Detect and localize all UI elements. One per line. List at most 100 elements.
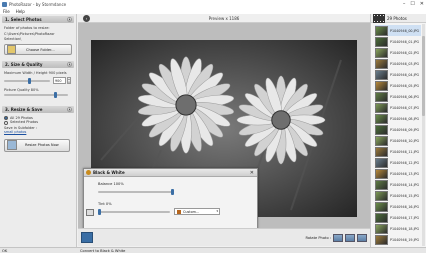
- filmstrip-panel: 29 Photos P1040946_00.JPG P1040946_01.JPG…: [370, 14, 426, 247]
- menu-help[interactable]: Help: [16, 9, 25, 14]
- thumbnail-filename: P1040946_16.JPG: [390, 204, 420, 209]
- thumbnail-item[interactable]: P1040946_04.JPG: [375, 69, 421, 80]
- thumbnail-filename: P1040946_04.JPG: [390, 72, 420, 77]
- thumbnail-item[interactable]: P1040946_07.JPG: [375, 102, 421, 113]
- tint-preset-value: Custom...: [183, 209, 200, 214]
- radio-selected-label: Selected Photos: [10, 120, 39, 125]
- thumbnail-item[interactable]: P1040946_08.JPG: [375, 113, 421, 124]
- radio-selected-row[interactable]: Selected Photos: [0, 120, 76, 125]
- bw-dialog-header: Black & White: [84, 169, 257, 177]
- thumbnail-item[interactable]: P1040946_13.JPG: [375, 168, 421, 179]
- step1-header[interactable]: 1. Select Photos ▲: [2, 16, 74, 23]
- close-icon[interactable]: ✕: [250, 170, 254, 176]
- thumbnail-item[interactable]: P1040946_00.JPG: [375, 25, 421, 36]
- thumbnail-filename: P1040946_18.JPG: [390, 226, 420, 231]
- tint-slider[interactable]: [98, 209, 170, 215]
- resize-now-button[interactable]: Resize Photos Now: [4, 138, 70, 152]
- balance-slider[interactable]: [98, 189, 174, 195]
- thumbnail-item[interactable]: P1040946_17.JPG: [375, 212, 421, 223]
- thumbnail-filename: P1040946_05.JPG: [390, 83, 420, 88]
- thumbnail-item[interactable]: P1040946_05.JPG: [375, 80, 421, 91]
- resize-now-label: Resize Photos Now: [25, 143, 59, 148]
- thumbnail-item[interactable]: P1040946_19.JPG: [375, 234, 421, 245]
- thumbnail-item[interactable]: P1040946_18.JPG: [375, 223, 421, 234]
- status-message: Convert to Black & White: [80, 248, 126, 253]
- dialog-side-strip: [86, 179, 96, 227]
- preview-toolbar: ‹ Preview x 1186: [78, 14, 370, 23]
- thumbnail-filename: P1040946_08.JPG: [390, 116, 420, 121]
- scrollbar-thumb[interactable]: [422, 36, 425, 116]
- maximize-button[interactable]: ☐: [410, 1, 414, 7]
- thumbnail-filename: P1040946_02.JPG: [390, 50, 420, 55]
- thumbnail-item[interactable]: P1040946_16.JPG: [375, 201, 421, 212]
- minimize-button[interactable]: –: [403, 1, 406, 7]
- thumbnail-image: [375, 102, 388, 113]
- thumbnail-item[interactable]: P1040946_06.JPG: [375, 91, 421, 102]
- thumbnail-image: [375, 58, 388, 69]
- crop-icon[interactable]: [86, 209, 94, 216]
- step3-header[interactable]: 3. Resize & Save ▲: [2, 106, 74, 114]
- radio-selected[interactable]: [4, 120, 8, 125]
- effect-icon: [86, 170, 91, 175]
- rotate-flip-button[interactable]: [345, 234, 355, 242]
- collapse-icon[interactable]: ▲: [67, 107, 72, 113]
- thumbnail-item[interactable]: P1040946_10.JPG: [375, 135, 421, 146]
- thumbnail-item[interactable]: P1040946_02.JPG: [375, 47, 421, 58]
- thumbnail-filename: P1040946_03.JPG: [390, 61, 420, 66]
- quality-slider[interactable]: [4, 92, 68, 99]
- collapse-icon[interactable]: ▲: [67, 17, 72, 22]
- filmstrip-scrollbar[interactable]: [422, 24, 425, 246]
- thumbnail-item[interactable]: P1040946_15.JPG: [375, 190, 421, 201]
- thumbnail-item[interactable]: P1040946_01.JPG: [375, 36, 421, 47]
- effect-button[interactable]: [81, 232, 93, 243]
- thumbnail-image: [375, 69, 388, 80]
- balance-slider-thumb[interactable]: [171, 189, 174, 195]
- chevron-down-icon: ▾: [216, 209, 218, 213]
- choose-folder-button[interactable]: Choose Folder...: [4, 44, 72, 56]
- flower-center: [271, 110, 291, 130]
- size-slider[interactable]: [4, 77, 50, 84]
- size-spinner[interactable]: ▴ ▾: [67, 76, 71, 84]
- thumbnail-filename: P1040946_12.JPG: [390, 160, 420, 165]
- thumbnail-image: [375, 91, 388, 102]
- steps-panel: 1. Select Photos ▲ Folder of photos to r…: [0, 14, 77, 247]
- resize-icon: [7, 140, 17, 151]
- window-title: PhotoRazor - by Stormdance: [9, 1, 67, 7]
- thumbnail-item[interactable]: P1040946_14.JPG: [375, 179, 421, 190]
- thumbnail-filename: P1040946_13.JPG: [390, 171, 420, 176]
- thumbnail-item[interactable]: P1040946_12.JPG: [375, 157, 421, 168]
- close-window-button[interactable]: ✕: [420, 1, 424, 7]
- thumbnail-image: [375, 113, 388, 124]
- thumbnail-image: [375, 135, 388, 146]
- thumbnail-image: [375, 146, 388, 157]
- tint-preset-select[interactable]: Custom... ▾: [174, 208, 220, 215]
- bw-dialog-title: Black & White: [93, 170, 125, 175]
- preview-title: Preview x 1186: [208, 16, 240, 21]
- thumbnail-filename: P1040946_01.JPG: [390, 39, 420, 44]
- tint-slider-thumb[interactable]: [98, 209, 101, 215]
- thumbnail-image: [375, 47, 388, 58]
- thumbnail-image: [375, 201, 388, 212]
- tint-swatch: [177, 209, 181, 214]
- rotate-left-button[interactable]: [333, 234, 343, 242]
- choose-folder-label: Choose Folder...: [26, 47, 55, 52]
- thumbnail-item[interactable]: P1040946_11.JPG: [375, 146, 421, 157]
- folder-path-line2: Selection\: [4, 36, 22, 41]
- size-slider-thumb[interactable]: [27, 77, 31, 84]
- filmstrip-icon: [373, 14, 385, 23]
- size-row: 900 ▴ ▾: [0, 76, 76, 86]
- thumbnail-item[interactable]: P1040946_09.JPG: [375, 124, 421, 135]
- quality-slider-thumb[interactable]: [53, 92, 57, 99]
- step2-header[interactable]: 2. Size & Quality ▲: [2, 61, 74, 69]
- size-input[interactable]: 900: [53, 76, 66, 84]
- thumbnail-filename: P1040946_17.JPG: [390, 215, 420, 220]
- thumbnail-item[interactable]: P1040946_03.JPG: [375, 58, 421, 69]
- collapse-icon[interactable]: ▲: [67, 62, 72, 68]
- thumbnail-image: [375, 234, 388, 245]
- thumbnail-filename: P1040946_06.JPG: [390, 94, 420, 99]
- rotate-right-button[interactable]: [357, 234, 367, 242]
- menu-file[interactable]: File: [3, 9, 10, 14]
- thumbnail-image: [375, 223, 388, 234]
- subfolder-link[interactable]: small photos: [0, 130, 76, 134]
- tint-label: Tint 0%: [98, 202, 112, 206]
